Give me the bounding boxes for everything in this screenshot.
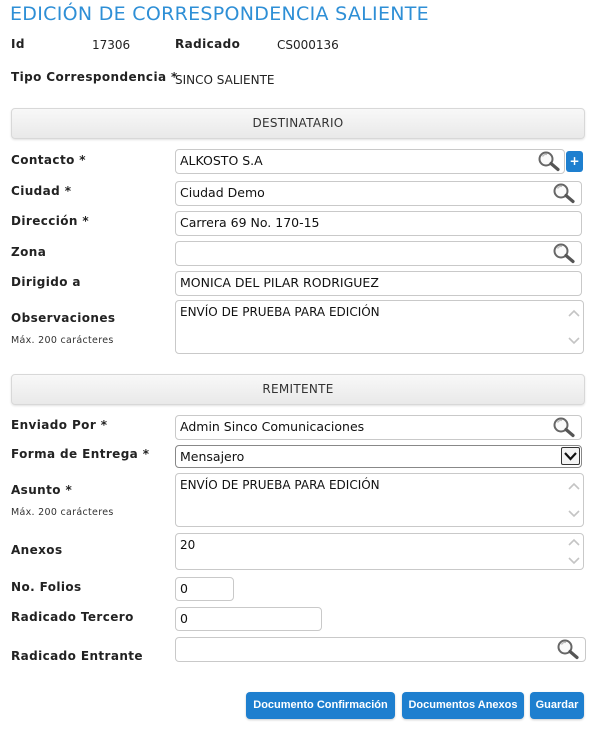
direccion-field[interactable]: Carrera 69 No. 170-15 (175, 211, 582, 236)
contacto-label: Contacto * (11, 153, 86, 167)
zona-field[interactable] (175, 241, 582, 266)
textarea-scrollbar[interactable] (568, 538, 580, 565)
anexos-textarea[interactable]: 20 (175, 533, 584, 570)
enviado-field[interactable]: Admin Sinco Comunicaciones (175, 415, 582, 440)
observaciones-label: Observaciones (11, 311, 116, 325)
radicado-entrante-field[interactable] (175, 637, 586, 662)
forma-entrega-select[interactable]: Mensajero (175, 445, 582, 468)
folios-field[interactable]: 0 (175, 577, 234, 601)
ciudad-value: Ciudad Demo (180, 185, 265, 200)
forma-entrega-value: Mensajero (180, 449, 245, 464)
radicado-tercero-label: Radicado Tercero (11, 610, 134, 624)
scroll-up-icon[interactable] (568, 309, 580, 317)
scroll-up-icon[interactable] (568, 538, 580, 546)
radicado-tercero-value: 0 (180, 611, 188, 626)
scroll-up-icon[interactable] (568, 482, 580, 490)
zona-label: Zona (11, 245, 47, 259)
search-icon[interactable] (555, 638, 581, 660)
add-contacto-button[interactable]: + (566, 151, 583, 172)
scroll-down-icon[interactable] (568, 510, 580, 518)
tipo-correspondencia-value: SINCO SALIENTE (175, 73, 275, 87)
id-label: Id (11, 37, 25, 51)
textarea-scrollbar[interactable] (568, 307, 580, 347)
asunto-hint: Máx. 200 carácteres (11, 507, 114, 518)
observaciones-value: ENVÍO DE PRUEBA PARA EDICIÓN (180, 305, 380, 319)
textarea-scrollbar[interactable] (568, 480, 580, 520)
ciudad-label: Ciudad * (11, 184, 72, 198)
radicado-value: CS000136 (277, 38, 339, 52)
page-title: EDICIÓN DE CORRESPONDENCIA SALIENTE (10, 3, 429, 25)
enviado-value: Admin Sinco Comunicaciones (180, 419, 365, 434)
folios-value: 0 (180, 581, 188, 596)
destinatario-section-header: DESTINATARIO (11, 108, 585, 139)
asunto-label: Asunto * (11, 483, 73, 497)
radicado-entrante-label: Radicado Entrante (11, 649, 143, 663)
dirigido-label: Dirigido a (11, 275, 81, 289)
ciudad-field[interactable]: Ciudad Demo (175, 181, 582, 206)
forma-entrega-label: Forma de Entrega * (11, 447, 150, 461)
anexos-label: Anexos (11, 543, 63, 557)
search-icon[interactable] (551, 182, 577, 204)
search-icon[interactable] (536, 150, 562, 172)
asunto-value: ENVÍO DE PRUEBA PARA EDICIÓN (180, 478, 380, 492)
observaciones-hint: Máx. 200 carácteres (11, 335, 114, 346)
radicado-tercero-field[interactable]: 0 (175, 607, 322, 631)
scroll-down-icon[interactable] (568, 557, 580, 565)
observaciones-textarea[interactable]: ENVÍO DE PRUEBA PARA EDICIÓN (175, 300, 584, 354)
guardar-button[interactable]: Guardar (530, 692, 584, 719)
asunto-textarea[interactable]: ENVÍO DE PRUEBA PARA EDICIÓN (175, 473, 584, 527)
contacto-field[interactable]: ALKOSTO S.A (175, 149, 565, 174)
search-icon[interactable] (551, 242, 577, 264)
anexos-value: 20 (180, 538, 196, 552)
enviado-label: Enviado Por * (11, 418, 108, 432)
dirigido-field[interactable]: MONICA DEL PILAR RODRIGUEZ (175, 271, 582, 296)
tipo-correspondencia-label: Tipo Correspondencia * (11, 70, 178, 84)
documento-confirmacion-button[interactable]: Documento Confirmación (246, 692, 395, 719)
direccion-value: Carrera 69 No. 170-15 (180, 215, 320, 230)
scroll-down-icon[interactable] (568, 337, 580, 345)
id-value: 17306 (92, 38, 131, 52)
search-icon[interactable] (551, 416, 577, 438)
contacto-value: ALKOSTO S.A (180, 153, 263, 168)
folios-label: No. Folios (11, 580, 82, 594)
direccion-label: Dirección * (11, 214, 90, 228)
dirigido-value: MONICA DEL PILAR RODRIGUEZ (180, 275, 379, 290)
radicado-label: Radicado (175, 37, 241, 51)
documentos-anexos-button[interactable]: Documentos Anexos (402, 692, 524, 719)
remitente-section-header: REMITENTE (11, 374, 585, 405)
chevron-down-icon[interactable] (561, 447, 580, 465)
